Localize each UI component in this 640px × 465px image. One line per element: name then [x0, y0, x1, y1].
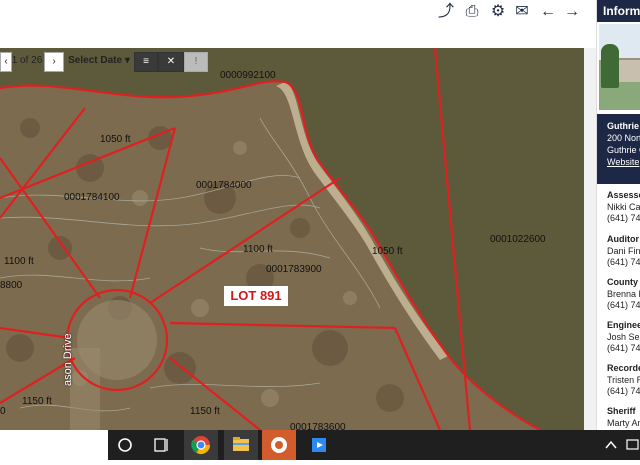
parcel-id-label: 0001783900 — [266, 264, 322, 275]
arrow-left-icon[interactable]: ← — [538, 2, 558, 22]
contact-title: Recorder — [607, 363, 640, 373]
contact-title: Engineer — [607, 320, 640, 330]
contact-block: Assessor Nikki Cai (641) 747 — [607, 190, 640, 225]
gear-icon[interactable]: ⚙ — [488, 2, 508, 22]
notification-icon[interactable] — [624, 430, 640, 460]
contact-name: Marty An — [607, 417, 640, 428]
distance-label: 1100 ft — [243, 244, 273, 255]
parcel-id-label: 8800 — [0, 280, 23, 291]
taskbar-search-area[interactable] — [0, 430, 108, 460]
distance-label: 1150 ft — [190, 406, 220, 417]
contact-name: Nikki Cai — [607, 201, 640, 212]
scrollbar[interactable] — [584, 48, 596, 430]
select-date-dropdown[interactable]: Select Date ▾ — [68, 52, 130, 70]
address-line: 200 Nort — [607, 133, 640, 143]
pin-icon: ! — [194, 56, 198, 67]
select-date-label: Select Date — [68, 55, 123, 66]
distance-label: 1150 ft — [22, 396, 52, 407]
distance-label: 1050 ft — [372, 246, 403, 257]
toolbar: ⤴ ⎙ ⚙ ✉ ← → — [0, 0, 596, 48]
map-view[interactable]: 0000992100 0001784000 0001784100 0001783… — [0, 48, 584, 430]
parcel-id-label: 0001784100 — [64, 192, 120, 203]
contact-name: Tristen R — [607, 374, 640, 385]
mail-icon[interactable]: ✉ — [512, 2, 532, 22]
contact-name: Josh Seb — [607, 331, 640, 342]
arrow-right-icon[interactable]: → — [562, 2, 582, 22]
contact-block: Sheriff Marty An — [607, 406, 640, 429]
info-panel-header: Informa — [597, 0, 640, 22]
contact-block: Engineer Josh Seb (641) 747 — [607, 320, 640, 355]
distance-label: 1050 ft — [100, 134, 131, 145]
contact-title: Sheriff — [607, 406, 636, 416]
contact-name: Brenna B — [607, 288, 640, 299]
tools-button[interactable]: ✕ — [158, 52, 184, 72]
parcel-id-label: 0001022600 — [490, 234, 546, 245]
chrome-icon[interactable] — [184, 430, 218, 460]
layers-icon: ≡ — [143, 56, 149, 67]
next-date-button[interactable]: › — [44, 52, 64, 72]
contact-title: Assessor — [607, 190, 640, 200]
parcel-id-label: 0001784000 — [196, 180, 252, 191]
office-address: Guthrie C 200 Nort Guthrie C Website — [597, 114, 640, 184]
media-icon[interactable] — [302, 430, 336, 460]
print-icon[interactable]: ⎙ — [462, 2, 482, 22]
contact-title: County A — [607, 277, 640, 287]
contact-block: County A Brenna B (641) 747 — [607, 277, 640, 312]
chevron-up-icon[interactable] — [600, 430, 622, 460]
tools-icon: ✕ — [166, 56, 176, 67]
info-panel: Informa Guthrie C 200 Nort Guthrie C Web… — [596, 0, 640, 430]
contact-phone: (641) 747 — [607, 386, 640, 396]
contact-title: Auditor — [607, 234, 639, 244]
contact-block: Recorder Tristen R (641) 747 — [607, 363, 640, 398]
contact-phone: (641) 747 — [607, 213, 640, 223]
lot-label: LOT 891 — [224, 286, 288, 306]
address-line: Guthrie C — [607, 145, 640, 155]
office-name: Guthrie C — [607, 121, 640, 131]
file-explorer-icon[interactable] — [224, 430, 258, 460]
distance-label: 1100 ft — [4, 256, 34, 267]
parcel-id-label: 0001783600 — [290, 422, 346, 430]
contact-phone: (641) 747 — [607, 257, 640, 267]
contact-phone: (641) 747 — [607, 300, 640, 310]
layers-button[interactable]: ≡ — [134, 52, 158, 72]
search-circle-icon[interactable] — [108, 430, 142, 460]
website-link[interactable]: Website — [607, 156, 640, 168]
pin-button[interactable]: ! — [184, 52, 208, 72]
parcel-id-label: 0000992100 — [220, 70, 276, 81]
parcel-id-label: 0 — [0, 406, 6, 417]
chevron-down-icon: ▾ — [124, 55, 130, 66]
contact-phone: (641) 747 — [607, 343, 640, 353]
photos-icon[interactable] — [262, 430, 296, 460]
task-view-icon[interactable] — [144, 430, 178, 460]
page-indicator: 1 of 26 — [11, 55, 43, 66]
share-icon[interactable]: ⤴ — [436, 2, 456, 22]
contact-name: Dani Finl — [607, 245, 640, 256]
taskbar — [0, 430, 640, 460]
contact-block: Auditor Dani Finl (641) 747 — [607, 234, 640, 269]
courthouse-photo — [599, 24, 640, 110]
road-label: ason Drive — [62, 333, 74, 386]
